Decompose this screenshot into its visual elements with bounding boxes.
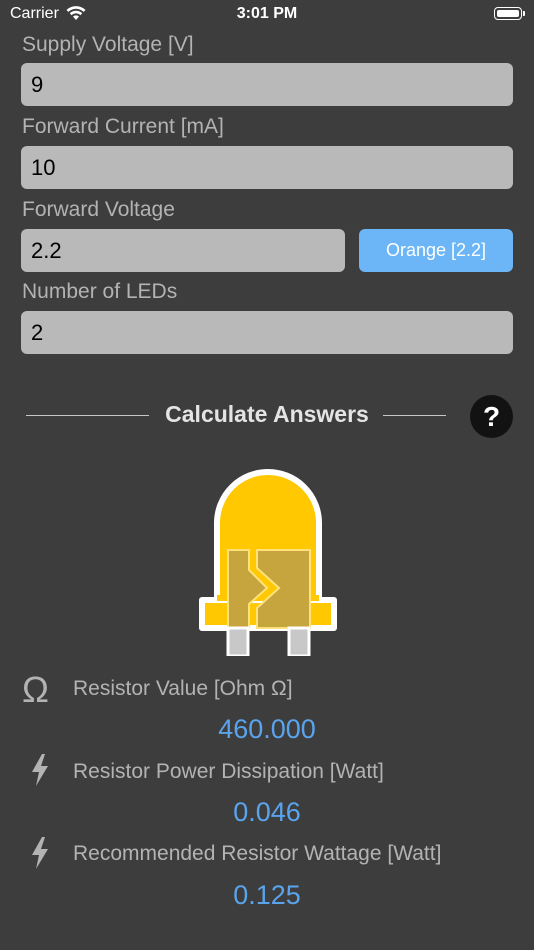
forward-current-field[interactable]: 10 [21,146,513,189]
resistor-power-dissipation-value: 0.046 [233,797,301,827]
status-bar: Carrier 3:01 PM [0,0,534,28]
supply-voltage-field[interactable]: 9 [21,63,513,106]
number-of-leds-field[interactable]: 2 [21,311,513,354]
recommended-resistor-wattage-label: Recommended Resistor Wattage [Watt] [73,842,442,865]
led-color-preset-button[interactable]: Orange [2.2] [359,229,513,272]
lightning-icon [32,754,48,786]
calculate-answers-row[interactable]: Calculate Answers [0,396,534,436]
lightning-icon [32,837,48,869]
battery-tip [523,11,525,16]
divider-right [383,415,446,416]
calculate-answers-button[interactable]: Calculate Answers [0,401,534,428]
resistor-value-label: Resistor Value [Ohm Ω] [73,677,293,700]
supply-voltage-label: Supply Voltage [V] [22,33,194,56]
omega-icon: Ω [22,669,49,710]
help-button[interactable]: ? [470,395,513,438]
number-of-leds-label: Number of LEDs [22,280,178,303]
forward-voltage-label: Forward Voltage [22,198,175,221]
led-icon [199,469,337,656]
forward-current-label: Forward Current [mA] [22,115,224,138]
clock: 3:01 PM [236,5,298,22]
resistor-value: 460.000 [218,714,316,744]
battery-icon [494,7,522,20]
resistor-power-dissipation-label: Resistor Power Dissipation [Watt] [73,760,384,783]
recommended-resistor-wattage-value: 0.125 [233,880,301,910]
forward-voltage-field[interactable]: 2.2 [21,229,345,272]
